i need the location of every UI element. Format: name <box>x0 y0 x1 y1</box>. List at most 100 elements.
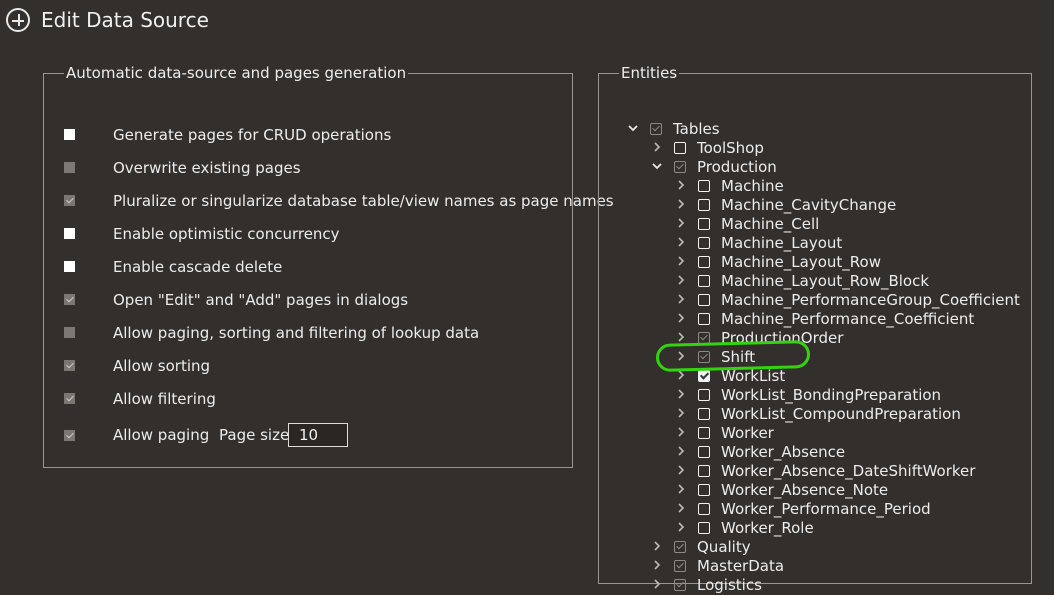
option-row[interactable]: Allow paging, sorting and filtering of l… <box>64 316 562 349</box>
chevron-right-icon[interactable] <box>675 426 687 438</box>
tree-node[interactable]: ProductionOrder <box>619 329 1039 348</box>
tree-node-label[interactable]: Machine_Layout_Row_Block <box>721 272 929 291</box>
tree-node-label[interactable]: Shift <box>721 348 755 367</box>
tree-checkbox[interactable] <box>698 408 710 420</box>
option-checkbox[interactable] <box>64 393 75 404</box>
tree-node-label[interactable]: Worker_Role <box>721 519 814 538</box>
option-checkbox[interactable] <box>64 228 75 239</box>
tree-node-label[interactable]: Machine_Layout <box>721 234 842 253</box>
tree-checkbox[interactable] <box>698 522 710 534</box>
tree-checkbox[interactable] <box>650 123 662 135</box>
tree-node[interactable]: Worker <box>619 424 1039 443</box>
tree-checkbox[interactable] <box>698 332 710 344</box>
option-checkbox[interactable] <box>64 162 75 173</box>
chevron-right-icon[interactable] <box>675 502 687 514</box>
tree-node[interactable]: Worker_Absence_DateShiftWorker <box>619 462 1039 481</box>
chevron-right-icon[interactable] <box>675 179 687 191</box>
tree-node[interactable]: Worker_Role <box>619 519 1039 538</box>
option-row[interactable]: Generate pages for CRUD operations <box>64 118 562 151</box>
tree-node-label[interactable]: WorkList <box>721 367 785 386</box>
tree-node-label[interactable]: Machine_PerformanceGroup_Coefficient <box>721 291 1020 310</box>
chevron-right-icon[interactable] <box>651 540 663 552</box>
option-checkbox[interactable] <box>64 195 75 206</box>
tree-checkbox[interactable] <box>674 560 686 572</box>
tree-checkbox[interactable] <box>698 351 710 363</box>
tree-node[interactable]: Machine_Layout <box>619 234 1039 253</box>
chevron-right-icon[interactable] <box>651 578 663 590</box>
tree-node[interactable]: WorkList_BondingPreparation <box>619 386 1039 405</box>
tree-checkbox[interactable] <box>698 370 710 382</box>
tree-checkbox[interactable] <box>698 275 710 287</box>
chevron-right-icon[interactable] <box>675 236 687 248</box>
chevron-right-icon[interactable] <box>675 350 687 362</box>
chevron-right-icon[interactable] <box>675 445 687 457</box>
chevron-right-icon[interactable] <box>675 217 687 229</box>
page-size-input[interactable] <box>288 423 348 447</box>
option-row[interactable]: Open "Edit" and "Add" pages in dialogs <box>64 283 562 316</box>
tree-node-label[interactable]: Worker_Absence_DateShiftWorker <box>721 462 975 481</box>
tree-checkbox[interactable] <box>698 256 710 268</box>
tree-checkbox[interactable] <box>674 142 686 154</box>
tree-node-label[interactable]: Machine_Layout_Row <box>721 253 881 272</box>
chevron-right-icon[interactable] <box>651 141 663 153</box>
tree-node[interactable]: Worker_Absence <box>619 443 1039 462</box>
chevron-right-icon[interactable] <box>675 255 687 267</box>
tree-node-label[interactable]: Production <box>697 158 777 177</box>
option-checkbox[interactable] <box>64 429 75 441</box>
chevron-right-icon[interactable] <box>675 407 687 419</box>
tree-node[interactable]: Machine_Performance_Coefficient <box>619 310 1039 329</box>
tree-node[interactable]: Machine_Cell <box>619 215 1039 234</box>
tree-checkbox[interactable] <box>698 484 710 496</box>
tree-node-label[interactable]: Worker_Absence_Note <box>721 481 888 500</box>
tree-node[interactable]: Production <box>619 158 1039 177</box>
tree-checkbox[interactable] <box>674 541 686 553</box>
tree-checkbox[interactable] <box>698 237 710 249</box>
option-checkbox[interactable] <box>64 327 75 338</box>
chevron-right-icon[interactable] <box>675 388 687 400</box>
tree-checkbox[interactable] <box>698 199 710 211</box>
tree-checkbox[interactable] <box>674 161 686 173</box>
tree-checkbox[interactable] <box>698 465 710 477</box>
tree-node[interactable]: Quality <box>619 538 1039 557</box>
tree-node[interactable]: Machine_Layout_Row <box>619 253 1039 272</box>
chevron-right-icon[interactable] <box>675 331 687 343</box>
tree-checkbox[interactable] <box>698 427 710 439</box>
chevron-right-icon[interactable] <box>675 521 687 533</box>
tree-checkbox[interactable] <box>674 579 686 591</box>
chevron-right-icon[interactable] <box>675 483 687 495</box>
option-checkbox[interactable] <box>64 294 75 305</box>
tree-node[interactable]: ToolShop <box>619 139 1039 158</box>
tree-checkbox[interactable] <box>698 294 710 306</box>
option-row[interactable]: Allow filtering <box>64 382 562 415</box>
option-row[interactable]: Pluralize or singularize database table/… <box>64 184 614 217</box>
tree-node-label[interactable]: Worker_Performance_Period <box>721 500 931 519</box>
chevron-right-icon[interactable] <box>675 312 687 324</box>
tree-node-label[interactable]: Machine_Cell <box>721 215 819 234</box>
option-row[interactable]: Enable cascade delete <box>64 250 562 283</box>
chevron-right-icon[interactable] <box>651 559 663 571</box>
tree-node[interactable]: Worker_Absence_Note <box>619 481 1039 500</box>
tree-node-label[interactable]: Worker <box>721 424 774 443</box>
tree-node[interactable]: Logistics <box>619 576 1039 595</box>
chevron-right-icon[interactable] <box>675 369 687 381</box>
option-row[interactable]: Overwrite existing pages <box>64 151 562 184</box>
chevron-right-icon[interactable] <box>675 198 687 210</box>
tree-checkbox[interactable] <box>698 389 710 401</box>
tree-node-label[interactable]: WorkList_CompoundPreparation <box>721 405 961 424</box>
tree-node[interactable]: Machine_Layout_Row_Block <box>619 272 1039 291</box>
chevron-down-icon[interactable] <box>627 122 639 134</box>
option-row[interactable]: Enable optimistic concurrency <box>64 217 562 250</box>
option-row[interactable]: Allow sorting <box>64 349 562 382</box>
chevron-right-icon[interactable] <box>675 293 687 305</box>
tree-node[interactable]: Machine <box>619 177 1039 196</box>
tree-checkbox[interactable] <box>698 446 710 458</box>
tree-node[interactable]: Machine_PerformanceGroup_Coefficient <box>619 291 1039 310</box>
chevron-right-icon[interactable] <box>675 274 687 286</box>
tree-node-label[interactable]: Machine_Performance_Coefficient <box>721 310 974 329</box>
tree-node[interactable]: MasterData <box>619 557 1039 576</box>
tree-node-label[interactable]: ToolShop <box>697 139 764 158</box>
tree-node-label[interactable]: ProductionOrder <box>721 329 843 348</box>
option-checkbox[interactable] <box>64 129 75 140</box>
tree-node-label[interactable]: Tables <box>673 120 720 139</box>
tree-checkbox[interactable] <box>698 180 710 192</box>
